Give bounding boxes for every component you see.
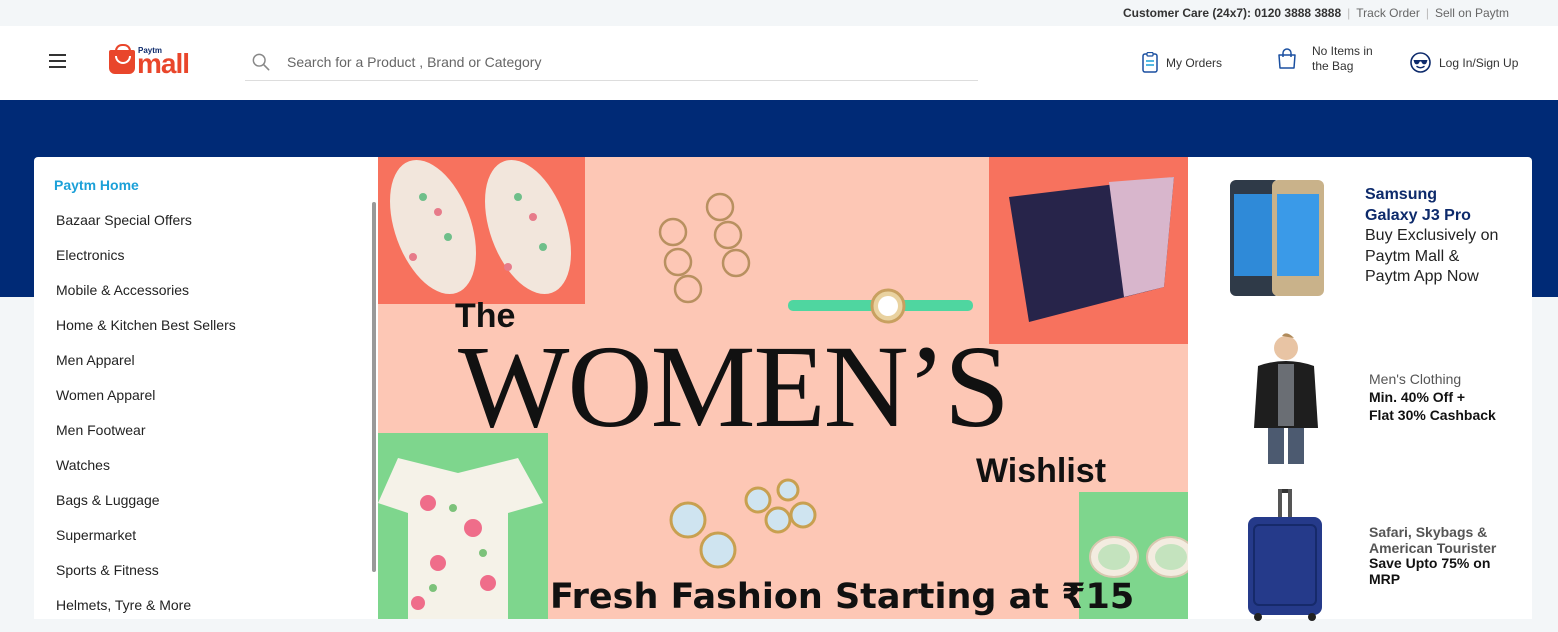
promo-column: Samsung Galaxy J3 Pro Buy Exclusively on… [1188, 157, 1532, 622]
hamburger-menu-icon[interactable] [49, 54, 66, 68]
my-orders-label: My Orders [1166, 55, 1223, 70]
studs-image [663, 475, 838, 570]
customer-care-text: Customer Care (24x7): 0120 3888 3888 [1123, 6, 1342, 20]
promo1-title-line1: Samsung [1365, 186, 1438, 203]
banner-wishlist-text: Wishlist [976, 452, 1107, 490]
suitcase-image [1248, 489, 1322, 621]
sidebar-item-mobile-accessories[interactable]: Mobile & Accessories [34, 282, 236, 317]
category-sidebar: Paytm Home Bazaar Special Offers Electro… [34, 157, 378, 619]
banner-tagline: Fresh Fashion Starting at ₹15 [550, 577, 1135, 617]
promo1-title-line2: Galaxy J3 Pro [1365, 206, 1471, 224]
shopping-bag-logo-icon [109, 44, 135, 74]
top-utility-bar: Customer Care (24x7): 0120 3888 3888 | T… [0, 0, 1558, 26]
sidebar-item-bazaar-special-offers[interactable]: Bazaar Special Offers [34, 212, 236, 247]
search-bar [245, 46, 978, 81]
sidebar-scrollbar[interactable] [372, 202, 376, 572]
sell-on-paytm-link[interactable]: Sell on Paytm [1435, 6, 1509, 20]
shopping-bag-button[interactable]: No Items in the Bag [1276, 44, 1384, 74]
promo1-body-line1: Buy Exclusively on [1365, 227, 1499, 244]
promo2-line1: Men's Clothing [1369, 371, 1462, 387]
man-model-image [1254, 333, 1318, 464]
floral-top-image [378, 433, 548, 619]
my-orders-button[interactable]: My Orders [1142, 52, 1222, 73]
sidebar-item-paytm-home[interactable]: Paytm Home [34, 177, 236, 212]
promo3-line1: Safari, Skybags & [1369, 524, 1488, 540]
womens-wishlist-banner[interactable]: The WOMEN’S Wishlist Fresh Fashion Start… [378, 157, 1188, 619]
main-header: Paytm mall My Orders No Items in the Bag [0, 26, 1558, 100]
sidebar-item-women-apparel[interactable]: Women Apparel [34, 387, 236, 422]
login-signup-button[interactable]: Log In/Sign Up [1410, 52, 1518, 73]
search-icon[interactable] [252, 53, 270, 71]
sidebar-item-home-kitchen[interactable]: Home & Kitchen Best Sellers [34, 317, 236, 352]
sidebar-item-bags-luggage[interactable]: Bags & Luggage [34, 492, 236, 527]
sneakers-image [378, 157, 585, 304]
sidebar-item-men-apparel[interactable]: Men Apparel [34, 352, 236, 387]
promo-samsung-galaxy[interactable]: Samsung Galaxy J3 Pro Buy Exclusively on… [1188, 172, 1532, 302]
promo2-line2: Min. 40% Off + [1369, 389, 1466, 405]
clipboard-icon [1142, 52, 1158, 73]
bag-status-line1: No Items in [1312, 44, 1373, 58]
earrings-image [648, 167, 778, 307]
promo3-line2: American Tourister [1369, 539, 1497, 556]
logo-mall-text: mall [137, 48, 190, 79]
sidebar-item-supermarket[interactable]: Supermarket [34, 527, 236, 562]
sidebar-item-helmets-tyre[interactable]: Helmets, Tyre & More [34, 597, 236, 632]
promo1-body-line2: Paytm Mall & [1365, 247, 1460, 265]
promo3-line3: Save Upto 75% on [1369, 555, 1491, 571]
sidebar-item-electronics[interactable]: Electronics [34, 247, 236, 282]
user-sunglasses-icon [1410, 52, 1431, 73]
sidebar-item-men-footwear[interactable]: Men Footwear [34, 422, 236, 457]
promo3-line4: MRP [1369, 570, 1401, 587]
track-order-link[interactable]: Track Order [1356, 6, 1420, 20]
banner-womens-heading: WOMEN’S [458, 321, 1010, 452]
sidebar-item-sports-fitness[interactable]: Sports & Fitness [34, 562, 236, 597]
bag-status-line2: the Bag [1312, 59, 1354, 73]
promo2-line3: Flat 30% Cashback [1369, 407, 1496, 423]
phone-image [1230, 180, 1324, 296]
separator: | [1425, 6, 1429, 20]
search-input[interactable] [287, 50, 947, 74]
login-label: Log In/Sign Up [1439, 55, 1519, 70]
clutch-bag-image [989, 157, 1188, 344]
separator: | [1347, 6, 1351, 20]
promo-luggage[interactable]: Safari, Skybags & American Tourister Sav… [1188, 482, 1532, 622]
promo1-body-line3: Paytm App Now [1365, 268, 1479, 285]
promo-mens-clothing[interactable]: Men's Clothing Min. 40% Off + Flat 30% C… [1188, 327, 1532, 467]
sidebar-item-watches[interactable]: Watches [34, 457, 236, 492]
bag-icon [1278, 48, 1296, 69]
paytm-mall-logo[interactable]: Paytm mall [109, 44, 204, 79]
watch-image [783, 287, 983, 325]
